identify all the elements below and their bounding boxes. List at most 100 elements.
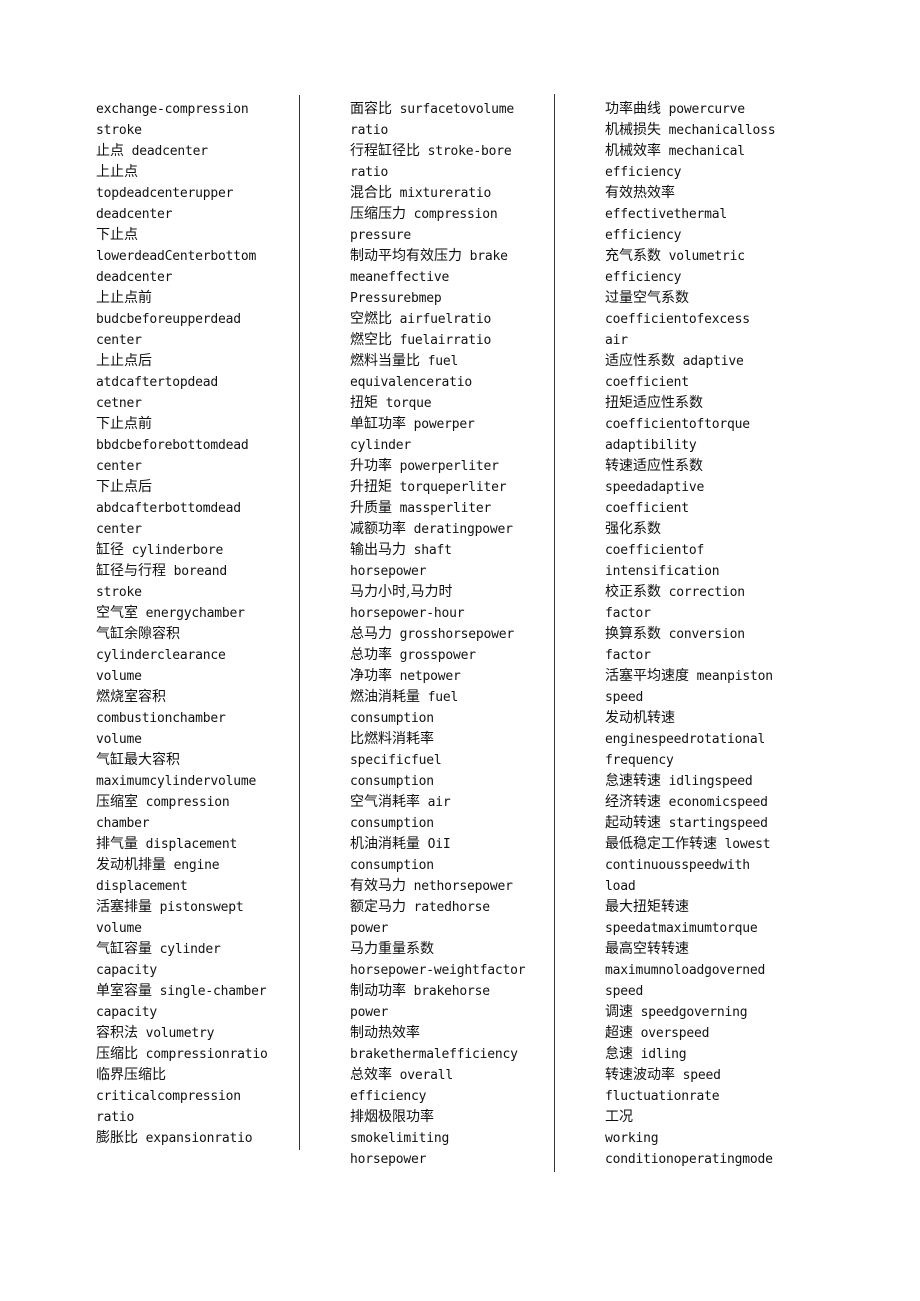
glossary-line: combustionchamber	[96, 708, 296, 729]
glossary-line: equivalenceratio	[350, 372, 550, 393]
term-english: combustionchamber	[96, 711, 226, 726]
glossary-line: consumption	[350, 813, 550, 834]
term-separator	[661, 249, 669, 264]
term-english: lowest	[724, 837, 771, 852]
term-separator	[392, 312, 400, 327]
term-chinese: 临界压缩比	[96, 1067, 166, 1083]
term-english: deadcenter	[96, 270, 173, 285]
term-english: efficiency	[605, 228, 682, 243]
glossary-column-3: 功率曲线 powercurve 机械损失 mechanicalloss 机械效率 m…	[605, 99, 805, 1170]
glossary-line: lowerdeadCenterbottom	[96, 246, 296, 267]
term-separator	[406, 417, 414, 432]
term-chinese: 上止点后	[96, 353, 152, 369]
glossary-line: 排气量 displacement	[96, 834, 296, 855]
term-separator	[406, 984, 414, 999]
glossary-line: pressure	[350, 225, 550, 246]
term-english: speedatmaximumtorque	[605, 921, 758, 936]
glossary-line: 马力重量系数	[350, 939, 550, 960]
term-english: center	[96, 522, 142, 537]
term-english: power	[350, 921, 389, 936]
term-english: consumption	[350, 858, 434, 873]
term-separator	[392, 459, 400, 474]
term-english: deadcenter	[96, 207, 173, 222]
glossary-line: 换算系数 conversion	[605, 624, 805, 645]
glossary-line: horsepower-hour	[350, 603, 550, 624]
term-english: meanpiston	[696, 669, 773, 684]
term-english: abdcafterbottomdead	[96, 501, 241, 516]
glossary-line: 总效率 overall	[350, 1065, 550, 1086]
term-chinese: 燃油消耗量	[350, 689, 420, 705]
glossary-line: efficiency	[605, 162, 805, 183]
term-separator	[138, 837, 146, 852]
term-chinese: 强化系数	[605, 521, 661, 537]
glossary-line: 比燃料消耗率	[350, 729, 550, 750]
glossary-line: topdeadcenterupper	[96, 183, 296, 204]
term-english: working	[605, 1131, 659, 1146]
term-chinese: 上止点前	[96, 290, 152, 306]
term-separator	[406, 522, 414, 537]
term-english: efficiency	[605, 270, 682, 285]
term-chinese: 排烟极限功率	[350, 1109, 434, 1125]
glossary-line: 下止点	[96, 225, 296, 246]
term-english: brake	[469, 249, 508, 264]
term-english: pressure	[350, 228, 412, 243]
glossary-line: consumption	[350, 771, 550, 792]
term-english: OiI	[427, 837, 451, 852]
term-chinese: 排气量	[96, 836, 138, 852]
glossary-line: brakethermalefficiency	[350, 1044, 550, 1065]
glossary-line: conditionoperatingmode	[605, 1149, 805, 1170]
glossary-line: 燃空比 fuelairratio	[350, 330, 550, 351]
glossary-line: Pressurebmep	[350, 288, 550, 309]
term-separator	[420, 690, 428, 705]
glossary-line: 经济转速 economicspeed	[605, 792, 805, 813]
term-english: efficiency	[605, 165, 682, 180]
term-english: speedgoverning	[640, 1005, 748, 1020]
term-separator	[420, 354, 428, 369]
term-english: speed	[605, 984, 644, 999]
glossary-line: continuousspeedwith	[605, 855, 805, 876]
term-separator	[661, 816, 669, 831]
glossary-line: consumption	[350, 708, 550, 729]
term-english: air	[427, 795, 451, 810]
term-chinese: 转速适应性系数	[605, 458, 703, 474]
term-chinese: 减额功率	[350, 521, 406, 537]
glossary-line: 转速适应性系数	[605, 456, 805, 477]
column-divider	[299, 95, 300, 1150]
term-english: adaptive	[682, 354, 744, 369]
glossary-line: 缸径与行程 boreand	[96, 561, 296, 582]
term-english: torqueperliter	[399, 480, 507, 495]
glossary-line: 最大扭矩转速	[605, 897, 805, 918]
term-separator	[152, 942, 160, 957]
glossary-line: air	[605, 330, 805, 351]
term-separator	[689, 669, 697, 684]
term-english: stroke-bore	[427, 144, 512, 159]
term-chinese: 面容比	[350, 101, 392, 117]
term-english: intensification	[605, 564, 720, 579]
term-separator	[138, 1047, 146, 1062]
term-chinese: 校正系数	[605, 584, 661, 600]
term-english: maximumcylindervolume	[96, 774, 257, 789]
term-chinese: 发动机转速	[605, 710, 675, 726]
term-separator	[392, 669, 400, 684]
glossary-line: 功率曲线 powercurve	[605, 99, 805, 120]
term-english: single-chamber	[159, 984, 267, 999]
term-chinese: 总马力	[350, 626, 392, 642]
glossary-line: efficiency	[350, 1086, 550, 1107]
term-separator	[717, 837, 725, 852]
glossary-line: 机械效率 mechanical	[605, 141, 805, 162]
glossary-line: deadcenter	[96, 267, 296, 288]
glossary-line: 上止点后	[96, 351, 296, 372]
term-english: overall	[399, 1068, 454, 1083]
glossary-line: ratio	[350, 120, 550, 141]
term-separator	[661, 627, 669, 642]
glossary-line: volume	[96, 666, 296, 687]
glossary-line: 发动机排量 engine	[96, 855, 296, 876]
document-page: exchange-compression stroke 止点 deadcenter 上…	[0, 0, 920, 1301]
term-chinese: 气缸容量	[96, 941, 152, 957]
glossary-line: effectivethermal	[605, 204, 805, 225]
term-english: overspeed	[640, 1026, 710, 1041]
term-english: fluctuationrate	[605, 1089, 720, 1104]
term-separator	[420, 837, 428, 852]
term-english: frequency	[605, 753, 674, 768]
term-english: coefficientofexcess	[605, 312, 750, 327]
